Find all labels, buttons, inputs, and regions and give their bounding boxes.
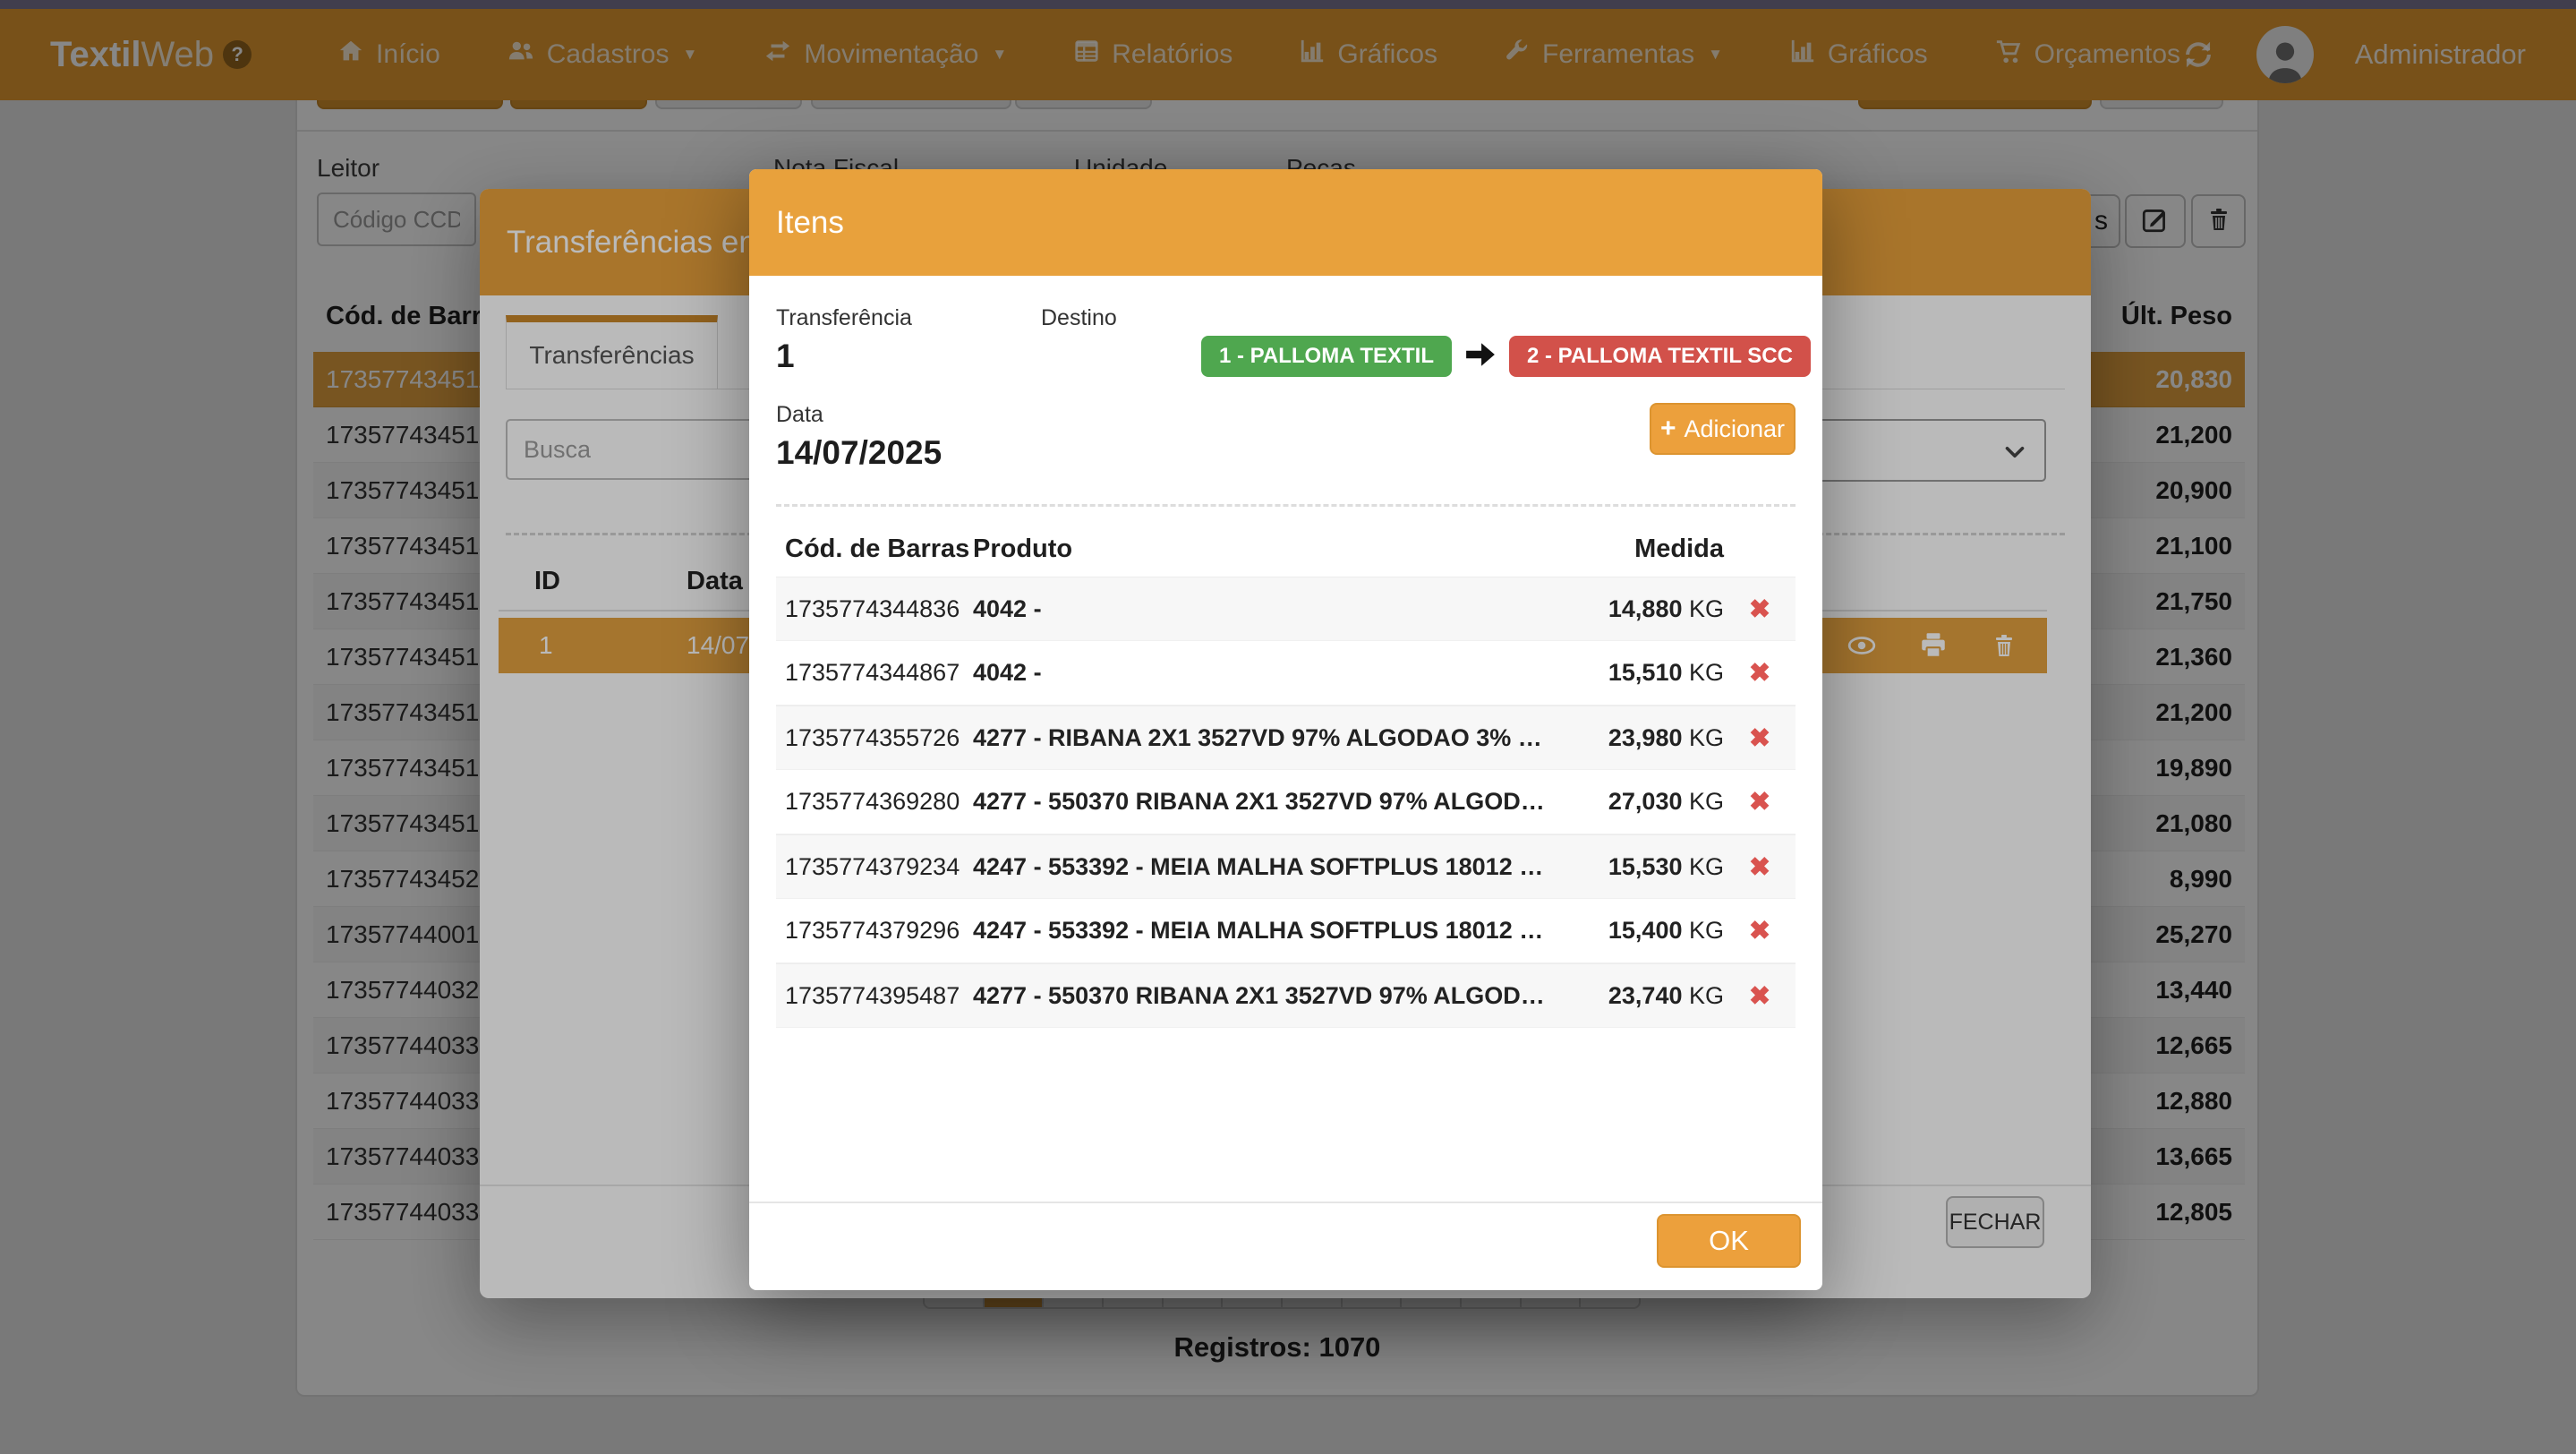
itens-modal: Itens Transferência Destino 1 1 - PALLOM… xyxy=(749,169,1822,1290)
item-codigo-cell: 1735774379296 xyxy=(776,917,973,945)
remove-item-icon[interactable]: ✖ xyxy=(1724,723,1796,754)
item-row: 17357743792344247 - 553392 - MEIA MALHA … xyxy=(776,834,1796,899)
plus-icon: + xyxy=(1660,414,1676,444)
item-medida-cell: 23,740 KG xyxy=(1572,982,1724,1010)
destino-label: Destino xyxy=(1041,305,1117,331)
data-value: 14/07/2025 xyxy=(776,434,942,472)
item-produto-cell: 4042 - xyxy=(973,659,1572,687)
modal-footer-border xyxy=(749,1202,1822,1203)
item-medida-cell: 23,980 KG xyxy=(1572,724,1724,752)
item-codigo-cell: 1735774355726 xyxy=(776,724,973,752)
item-codigo-cell: 1735774379234 xyxy=(776,853,973,881)
itens-modal-title: Itens xyxy=(776,205,844,241)
item-produto-cell: 4247 - 553392 - MEIA MALHA SOFTPLUS 1801… xyxy=(973,853,1572,881)
data-label: Data xyxy=(776,402,823,428)
col-produto: Produto xyxy=(973,535,1572,564)
item-produto-cell: 4277 - 550370 RIBANA 2X1 3527VD 97% ALGO… xyxy=(973,788,1572,816)
adicionar-button[interactable]: + Adicionar xyxy=(1650,403,1796,455)
item-produto-cell: 4042 - xyxy=(973,595,1572,623)
transferencia-value: 1 xyxy=(776,338,795,375)
col-codigo: Cód. de Barras xyxy=(776,535,973,564)
itens-table-header: Cód. de Barras Produto Medida xyxy=(776,535,1796,577)
item-medida-cell: 15,530 KG xyxy=(1572,853,1724,881)
item-row: 17357743692804277 - 550370 RIBANA 2X1 35… xyxy=(776,770,1796,834)
ok-button[interactable]: OK xyxy=(1657,1214,1801,1268)
transferencia-label: Transferência xyxy=(776,305,912,331)
item-codigo-cell: 1735774369280 xyxy=(776,788,973,816)
item-medida-cell: 15,510 KG xyxy=(1572,659,1724,687)
remove-item-icon[interactable]: ✖ xyxy=(1724,851,1796,883)
origem-badge: 1 - PALLOMA TEXTIL xyxy=(1201,336,1452,377)
col-medida: Medida xyxy=(1572,535,1724,564)
arrow-right-icon xyxy=(1464,341,1497,372)
item-codigo-cell: 1735774395487 xyxy=(776,982,973,1010)
item-row: 17357743448674042 -15,510 KG✖ xyxy=(776,641,1796,706)
item-produto-cell: 4277 - 550370 RIBANA 2X1 3527VD 97% ALGO… xyxy=(973,982,1572,1010)
item-codigo-cell: 1735774344836 xyxy=(776,595,973,623)
item-produto-cell: 4247 - 553392 - MEIA MALHA SOFTPLUS 1801… xyxy=(973,917,1572,945)
item-medida-cell: 14,880 KG xyxy=(1572,595,1724,623)
adicionar-label: Adicionar xyxy=(1684,415,1785,443)
itens-table-rows: 17357743448364042 -14,880 KG✖17357743448… xyxy=(776,577,1796,1028)
item-row: 17357743448364042 -14,880 KG✖ xyxy=(776,577,1796,641)
ok-label: OK xyxy=(1709,1225,1749,1257)
destino-badge: 2 - PALLOMA TEXTIL SCC xyxy=(1509,336,1811,377)
itens-modal-header: Itens xyxy=(749,169,1822,276)
item-medida-cell: 27,030 KG xyxy=(1572,788,1724,816)
remove-item-icon[interactable]: ✖ xyxy=(1724,657,1796,689)
item-medida-cell: 15,400 KG xyxy=(1572,917,1724,945)
dashed-divider xyxy=(776,504,1796,507)
app-root: TextilWeb ? Início Cadastros ▼ Movimenta… xyxy=(0,0,2576,1454)
remove-item-icon[interactable]: ✖ xyxy=(1724,980,1796,1012)
remove-item-icon[interactable]: ✖ xyxy=(1724,915,1796,946)
itens-table: Cód. de Barras Produto Medida 1735774344… xyxy=(776,535,1796,1028)
item-codigo-cell: 1735774344867 xyxy=(776,659,973,687)
item-row: 17357743557264277 - RIBANA 2X1 3527VD 97… xyxy=(776,706,1796,770)
remove-item-icon[interactable]: ✖ xyxy=(1724,786,1796,817)
item-produto-cell: 4277 - RIBANA 2X1 3527VD 97% ALGODAO 3% … xyxy=(973,724,1572,752)
item-row: 17357743954874277 - 550370 RIBANA 2X1 35… xyxy=(776,963,1796,1028)
item-row: 17357743792964247 - 553392 - MEIA MALHA … xyxy=(776,899,1796,963)
transfer-direction: 1 - PALLOMA TEXTIL 2 - PALLOMA TEXTIL SC… xyxy=(1201,336,1811,377)
remove-item-icon[interactable]: ✖ xyxy=(1724,594,1796,625)
